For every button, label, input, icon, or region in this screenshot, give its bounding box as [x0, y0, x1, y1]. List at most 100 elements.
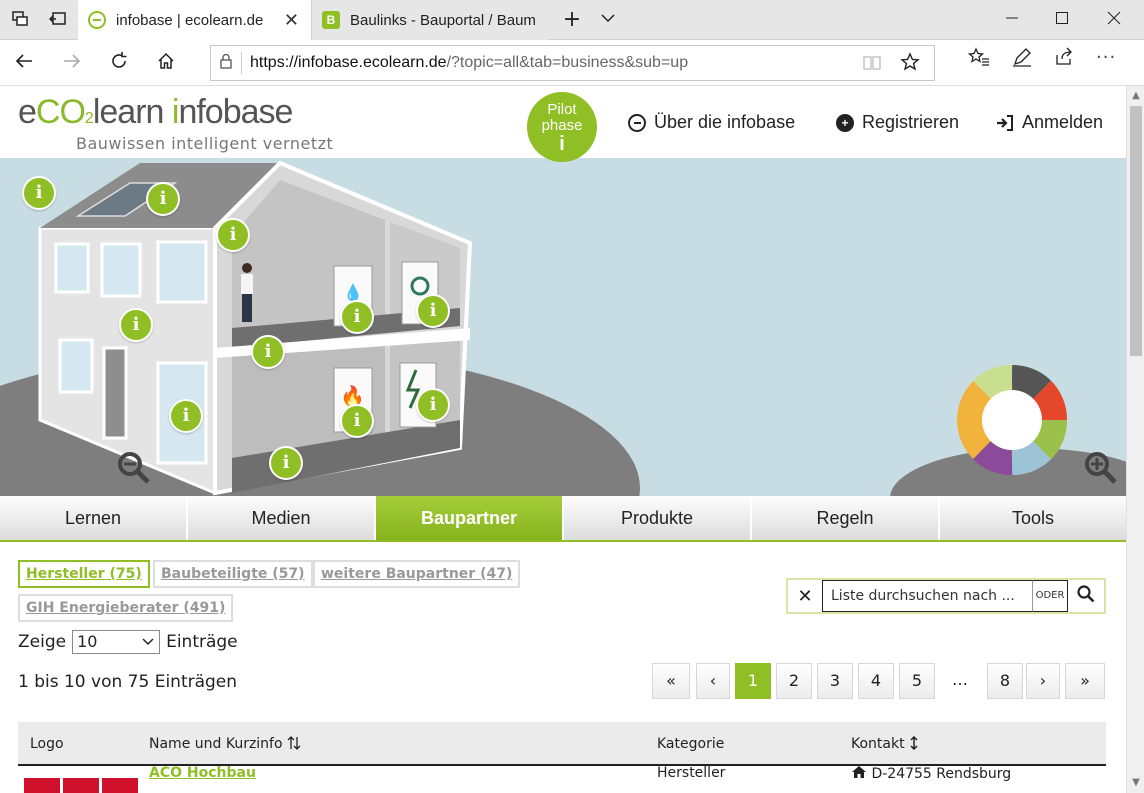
- plus-circle-icon: +: [836, 113, 854, 132]
- company-contact: D-24755 Rendsburg: [851, 765, 1011, 782]
- tab-preview-chevron-icon[interactable]: [598, 10, 618, 30]
- table-header: Logo Name und Kurzinfo Kategorie Kontakt: [18, 722, 1106, 766]
- hero-info-marker[interactable]: i: [22, 176, 56, 210]
- page-button-5[interactable]: 5: [899, 663, 935, 699]
- page-next-button[interactable]: ›: [1026, 663, 1060, 699]
- lock-icon: [211, 53, 241, 73]
- tab-baulinks[interactable]: B Baulinks - Bauportal / Baum: [312, 0, 548, 40]
- house-illustration[interactable]: 💧 🔥 i i i i i i i i i i i: [0, 158, 1126, 496]
- set-aside-tabs-icon[interactable]: [48, 10, 68, 30]
- favorite-star-icon[interactable]: [900, 52, 920, 76]
- hero-info-marker[interactable]: i: [269, 446, 303, 480]
- refresh-icon[interactable]: [107, 51, 131, 75]
- svg-text:💧: 💧: [343, 283, 363, 302]
- reading-view-icon[interactable]: [862, 54, 882, 76]
- page-button-2[interactable]: 2: [776, 663, 812, 699]
- site-header: eCO2learn infobase Bauwissen intelligent…: [0, 86, 1126, 162]
- more-options-icon[interactable]: ···: [1096, 47, 1116, 72]
- logo-tagline: Bauwissen intelligent vernetzt: [76, 134, 334, 153]
- subtab-hersteller[interactable]: Hersteller (75): [18, 560, 150, 588]
- tab-title: infobase | ecolearn.de: [116, 11, 264, 29]
- page-ellipsis: …: [952, 670, 968, 689]
- nav-tab-regeln[interactable]: Regeln: [752, 496, 940, 540]
- maximize-icon[interactable]: [1050, 8, 1074, 32]
- scroll-up-icon[interactable]: ▲: [1127, 88, 1144, 104]
- hero-info-marker[interactable]: i: [146, 182, 180, 216]
- new-tab-icon[interactable]: +: [562, 9, 582, 31]
- page-button-3[interactable]: 3: [817, 663, 853, 699]
- nav-tab-lernen[interactable]: Lernen: [0, 496, 188, 540]
- page-first-button[interactable]: «: [652, 663, 690, 699]
- clear-search-icon[interactable]: ✕: [788, 586, 822, 607]
- page-size-select[interactable]: 10: [72, 630, 161, 654]
- share-icon[interactable]: [1054, 47, 1074, 72]
- hero-info-marker[interactable]: i: [251, 335, 285, 369]
- hero-info-marker[interactable]: i: [169, 399, 203, 433]
- ecolearn-favicon-icon: [88, 11, 106, 29]
- page-prev-button[interactable]: ‹: [696, 663, 730, 699]
- forward-arrow-icon[interactable]: [60, 51, 84, 75]
- home-icon[interactable]: [154, 51, 178, 75]
- back-arrow-icon[interactable]: [12, 51, 36, 75]
- pilot-phase-badge[interactable]: Pilot phase i: [527, 92, 597, 162]
- hero-info-marker[interactable]: i: [119, 308, 153, 342]
- address-bar: https://infobase.ecolearn.de/?topic=all&…: [0, 40, 1144, 86]
- url-field[interactable]: https://infobase.ecolearn.de/?topic=all&…: [210, 45, 935, 81]
- col-kontakt[interactable]: Kontakt: [851, 735, 919, 752]
- ecolearn-logo[interactable]: eCO2learn infobase: [18, 92, 293, 139]
- tab-title: Baulinks - Bauportal / Baum: [350, 11, 536, 29]
- page-last-button[interactable]: »: [1065, 663, 1105, 699]
- hero-info-marker[interactable]: i: [216, 218, 250, 252]
- table-row[interactable]: ACO Hochbau Hersteller D-24755 Rendsburg: [18, 765, 1106, 793]
- chevron-down-icon: [141, 631, 155, 660]
- subtab-gih-energieberater[interactable]: GIH Energieberater (491): [18, 594, 234, 622]
- main-navigation: Lernen Medien Baupartner Produkte Regeln…: [0, 496, 1126, 542]
- col-name[interactable]: Name und Kurzinfo: [149, 736, 301, 752]
- nav-tab-baupartner[interactable]: Baupartner: [376, 496, 564, 540]
- page-button-8[interactable]: 8: [987, 663, 1023, 699]
- close-window-icon[interactable]: [1102, 8, 1126, 32]
- favorites-list-icon[interactable]: [967, 47, 990, 72]
- nav-tab-produkte[interactable]: Produkte: [564, 496, 752, 540]
- oder-toggle-button[interactable]: ODER: [1032, 580, 1068, 612]
- scroll-down-icon[interactable]: ▼: [1127, 775, 1144, 791]
- subtab-baubeteiligte[interactable]: Baubeteiligte (57): [153, 560, 313, 588]
- page-size-row: Zeige 10 Einträge: [18, 630, 238, 654]
- hero-info-marker[interactable]: i: [416, 388, 450, 422]
- nav-login-link[interactable]: Anmelden: [996, 112, 1103, 133]
- company-category: Hersteller: [657, 765, 726, 781]
- sort-icon[interactable]: [909, 735, 919, 752]
- page-button-4[interactable]: 4: [858, 663, 894, 699]
- scroll-thumb[interactable]: [1130, 106, 1142, 356]
- pilot-info-icon: i: [559, 133, 565, 155]
- minimize-icon[interactable]: [1000, 8, 1024, 32]
- hero-info-marker[interactable]: i: [416, 294, 450, 328]
- search-icon[interactable]: [1068, 584, 1104, 608]
- sort-icon[interactable]: [287, 736, 301, 752]
- list-search: ✕ ODER: [786, 578, 1106, 614]
- info-circle-icon: [628, 113, 646, 132]
- browser-tab-bar: infobase | ecolearn.de ✕ B Baulinks - Ba…: [0, 0, 1144, 40]
- col-kategorie: Kategorie: [657, 736, 725, 752]
- hero-info-marker[interactable]: i: [340, 404, 374, 438]
- subtab-weitere-baupartner[interactable]: weitere Baupartner (47): [313, 560, 521, 588]
- col-logo: Logo: [30, 736, 64, 752]
- nav-register-link[interactable]: + Registrieren: [836, 112, 959, 133]
- company-logo[interactable]: [24, 778, 138, 793]
- hero-info-marker[interactable]: i: [340, 300, 374, 334]
- baulinks-favicon-icon: B: [322, 11, 340, 29]
- search-input[interactable]: [822, 580, 1032, 612]
- tab-infobase[interactable]: infobase | ecolearn.de ✕: [78, 0, 312, 40]
- close-tab-icon[interactable]: ✕: [284, 10, 299, 30]
- page-button-1[interactable]: 1: [735, 663, 771, 699]
- pen-notes-icon[interactable]: [1012, 47, 1032, 72]
- nav-tab-tools[interactable]: Tools: [940, 496, 1126, 540]
- url-text: https://infobase.ecolearn.de/?topic=all&…: [250, 54, 689, 71]
- company-name-link[interactable]: ACO Hochbau: [149, 765, 256, 781]
- web-page: eCO2learn infobase Bauwissen intelligent…: [0, 86, 1126, 793]
- nav-tab-medien[interactable]: Medien: [188, 496, 376, 540]
- sign-in-icon: [996, 114, 1014, 132]
- nav-about-link[interactable]: Über die infobase: [628, 112, 795, 133]
- page-scrollbar[interactable]: ▲ ▼: [1126, 86, 1144, 793]
- tab-list-icon[interactable]: [10, 10, 30, 30]
